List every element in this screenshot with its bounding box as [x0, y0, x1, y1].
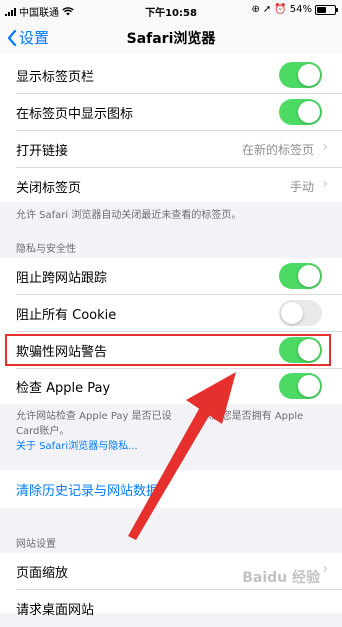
annotation-arrow — [128, 372, 236, 540]
watermark: Baidu 经验 — [242, 570, 320, 586]
